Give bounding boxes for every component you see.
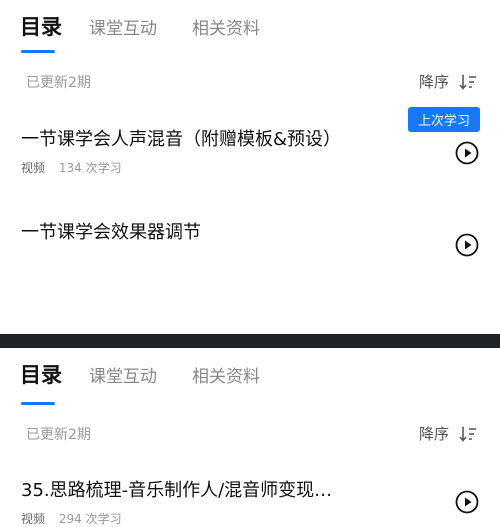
tab-related-materials[interactable]: 相关资料 (192, 14, 260, 39)
active-tab-indicator (21, 402, 55, 405)
updated-count-label: 已更新2期 (26, 427, 91, 443)
sort-descending-icon (459, 74, 477, 90)
active-tab-indicator (21, 50, 55, 53)
play-circle-icon[interactable] (455, 141, 479, 165)
sort-toggle[interactable]: 降序 (419, 71, 477, 92)
tab-class-interaction[interactable]: 课堂互动 (89, 362, 157, 387)
sort-label: 降序 (419, 73, 450, 91)
course-catalog-panel-top: 目录 课堂互动 相关资料 已更新2期 降序 上次学习 一节课学会人声混音（附赠模… (0, 0, 500, 334)
lesson-views: 294 次学习 (58, 512, 122, 526)
tab-class-interaction[interactable]: 课堂互动 (89, 14, 157, 39)
lesson-title[interactable]: 一节课学会人声混音（附赠模板&预设） (21, 125, 341, 151)
sort-descending-icon (459, 426, 477, 442)
lesson-title[interactable]: 35.思路梳理-音乐制作人/混音师变现… (21, 476, 332, 502)
tab-catalog[interactable]: 目录 (20, 359, 62, 389)
lesson-meta: 视频 134 次学习 (21, 159, 122, 176)
lesson-views: 134 次学习 (58, 161, 122, 175)
lesson-title[interactable]: 一节课学会效果器调节 (21, 218, 201, 244)
play-circle-icon[interactable] (455, 490, 479, 514)
updated-count-label: 已更新2期 (26, 75, 91, 91)
play-circle-icon[interactable] (455, 233, 479, 257)
tab-catalog[interactable]: 目录 (20, 11, 62, 41)
lesson-meta: 视频 294 次学习 (21, 510, 122, 527)
panel-divider (0, 334, 500, 348)
sort-toggle[interactable]: 降序 (419, 423, 477, 444)
sort-label: 降序 (419, 425, 450, 443)
course-catalog-panel-bottom: 目录 课堂互动 相关资料 已更新2期 降序 35.思路梳理-音乐制作人/混音师变… (0, 348, 500, 527)
lesson-type: 视频 (21, 161, 46, 175)
tab-bar: 目录 课堂互动 相关资料 (0, 0, 500, 54)
tab-related-materials[interactable]: 相关资料 (192, 362, 260, 387)
last-study-badge: 上次学习 (408, 107, 480, 132)
tab-bar: 目录 课堂互动 相关资料 (0, 348, 500, 405)
lesson-type: 视频 (21, 512, 46, 526)
